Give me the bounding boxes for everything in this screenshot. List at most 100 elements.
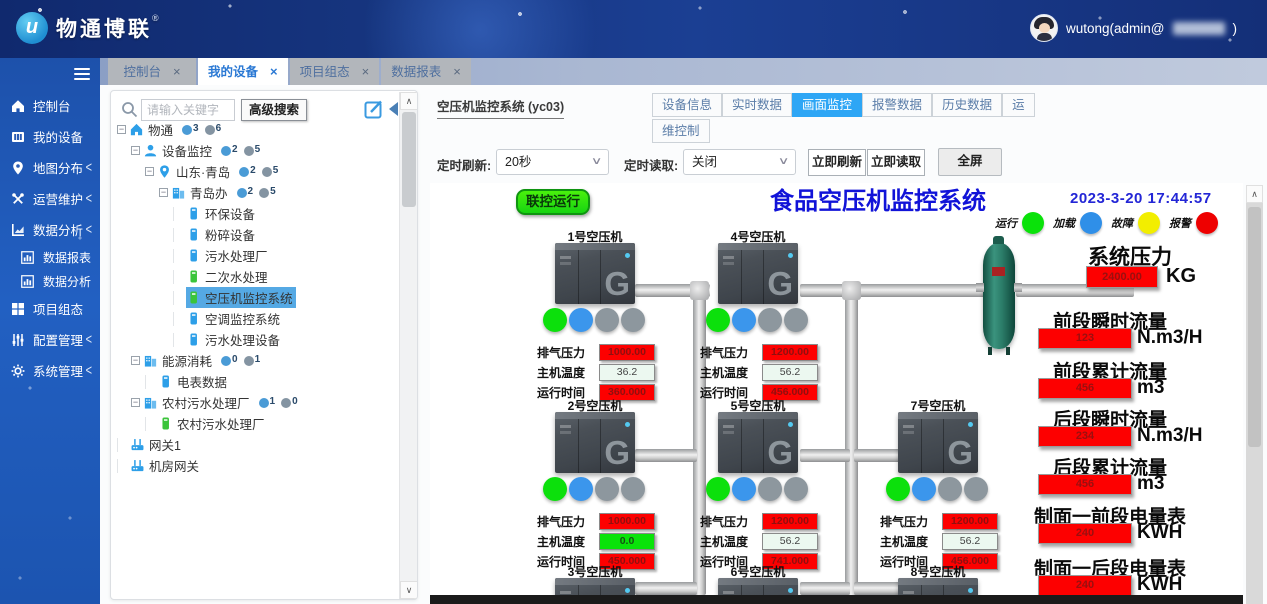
tree-node-设备监控[interactable]: −设备监控25 xyxy=(115,140,395,161)
tree-node-粉碎设备[interactable]: 粉碎设备 xyxy=(115,224,395,245)
expand-toggle-icon[interactable]: − xyxy=(145,167,154,176)
tree-scrollbar[interactable]: ∧ ∨ xyxy=(399,92,418,599)
detail-tab-设备信息[interactable]: 设备信息 xyxy=(652,93,722,117)
param-value: 56.2 xyxy=(762,533,818,550)
tree-node-网关1[interactable]: 网关1 xyxy=(115,434,395,455)
sidebar-item-我的设备[interactable]: 我的设备 xyxy=(0,121,100,152)
sidebar-item-项目组态[interactable]: 项目组态 xyxy=(0,293,100,324)
chevron-icon: < xyxy=(86,191,92,207)
tree-node-污水处理设备[interactable]: 污水处理设备 xyxy=(115,329,395,350)
tree-node-电表数据[interactable]: 电表数据 xyxy=(115,371,395,392)
read-now-button[interactable]: 立即读取 xyxy=(867,149,925,176)
tree-node-能源消耗[interactable]: −能源消耗01 xyxy=(115,350,395,371)
expand-toggle-icon[interactable]: − xyxy=(159,188,168,197)
device-icon xyxy=(187,270,201,283)
sidebar-item-配置管理[interactable]: 配置管理< xyxy=(0,324,100,355)
sidebar-item-数据分析[interactable]: 数据分析 xyxy=(0,269,100,293)
bars-icon xyxy=(21,274,36,289)
linked-run-button[interactable]: 联控运行 xyxy=(516,189,590,215)
metric-value: 240 xyxy=(1038,575,1132,596)
user-name-prefix: wutong(admin@ xyxy=(1066,21,1165,36)
param-value: 1200.00 xyxy=(942,513,998,530)
detail-tab-实时数据[interactable]: 实时数据 xyxy=(722,93,792,117)
close-tab-icon[interactable]: × xyxy=(270,64,278,79)
status-light xyxy=(732,308,756,332)
tree-node-环保设备[interactable]: 环保设备 xyxy=(115,203,395,224)
detail-tab-报警数据[interactable]: 报警数据 xyxy=(862,93,932,117)
tree-node-青岛办[interactable]: −青岛办25 xyxy=(115,182,395,203)
expand-toggle-icon[interactable]: − xyxy=(131,356,140,365)
app-root: u 物通博联® wutong(admin@) 控制台我的设备地图分布<运营维护<… xyxy=(0,0,1267,604)
refresh-interval-select[interactable]: 20秒∨ xyxy=(496,149,609,175)
menu-toggle-icon[interactable] xyxy=(74,65,90,83)
expand-toggle-icon[interactable]: − xyxy=(131,398,140,407)
pipe xyxy=(800,284,988,297)
tree-scrollbar-thumb[interactable] xyxy=(402,112,416,207)
user-icon xyxy=(144,144,158,157)
close-tab-icon[interactable]: × xyxy=(453,64,461,79)
status-lights xyxy=(885,477,995,506)
tree-node-山东·青岛[interactable]: −山东·青岛25 xyxy=(115,161,395,182)
legend-light xyxy=(1138,212,1160,234)
tree-node-农村污水处理厂[interactable]: 农村污水处理厂 xyxy=(115,413,395,434)
tab-我的设备[interactable]: 我的设备× xyxy=(198,58,288,85)
status-light xyxy=(758,477,782,501)
status-light xyxy=(706,308,730,332)
tab-项目组态[interactable]: 项目组态× xyxy=(290,58,380,85)
device-icon xyxy=(187,249,201,262)
brand-logo: u 物通博联® xyxy=(16,12,162,44)
tree-scroll-up-icon[interactable]: ∧ xyxy=(400,92,418,110)
device-icon xyxy=(187,228,201,241)
pipe-joint xyxy=(842,281,861,300)
param-label: 主机温度 xyxy=(700,535,748,549)
sidebar-item-地图分布[interactable]: 地图分布< xyxy=(0,152,100,183)
user-avatar[interactable] xyxy=(1030,14,1058,42)
read-interval-select[interactable]: 关闭∨ xyxy=(683,149,796,175)
user-info[interactable]: wutong(admin@) xyxy=(1030,14,1237,42)
tree-node-机房网关[interactable]: 机房网关 xyxy=(115,455,395,476)
status-light xyxy=(543,477,567,501)
grid-icon xyxy=(11,301,26,316)
tree-node-污水处理厂[interactable]: 污水处理厂 xyxy=(115,245,395,266)
tree-node-二次水处理[interactable]: 二次水处理 xyxy=(115,266,395,287)
search-input[interactable] xyxy=(141,99,235,121)
fullscreen-button[interactable]: 全屏 xyxy=(938,148,1002,176)
sidebar-item-数据报表[interactable]: 数据报表 xyxy=(0,245,100,269)
detail-tab-历史数据[interactable]: 历史数据 xyxy=(932,93,1002,117)
tree-node-空压机监控系统[interactable]: 空压机监控系统 xyxy=(115,287,395,308)
expand-toggle-icon[interactable]: − xyxy=(117,125,126,134)
canvas-bottom-strip xyxy=(430,595,1243,604)
tab-控制台[interactable]: 控制台× xyxy=(108,58,196,85)
main-scrollbar[interactable]: ∧ xyxy=(1246,185,1263,604)
sidebar: 控制台我的设备地图分布<运营维护<数据分析<数据报表数据分析项目组态配置管理<系… xyxy=(0,58,100,604)
status-light xyxy=(706,477,730,501)
sidebar-item-运营维护[interactable]: 运营维护< xyxy=(0,183,100,214)
device-icon xyxy=(187,333,201,346)
device-tree: −物通36−设备监控25−山东·青岛25−青岛办25环保设备粉碎设备污水处理厂二… xyxy=(115,119,395,476)
tree-node-空调监控系统[interactable]: 空调监控系统 xyxy=(115,308,395,329)
search-icon xyxy=(121,101,138,118)
sidebar-item-数据分析[interactable]: 数据分析< xyxy=(0,214,100,245)
air-tank xyxy=(983,243,1015,349)
refresh-now-button[interactable]: 立即刷新 xyxy=(808,149,866,176)
advanced-search-button[interactable]: 高级搜索 xyxy=(241,99,307,121)
main-scroll-up-icon[interactable]: ∧ xyxy=(1246,185,1263,203)
close-tab-icon[interactable]: × xyxy=(173,64,181,79)
node-badges: 36 xyxy=(176,123,221,137)
main-scrollbar-thumb[interactable] xyxy=(1248,207,1261,447)
expand-toggle-icon[interactable]: − xyxy=(131,146,140,155)
tree-node-物通[interactable]: −物通36 xyxy=(115,119,395,140)
tree-scroll-down-icon[interactable]: ∨ xyxy=(400,581,418,599)
tree-node-农村污水处理厂[interactable]: −农村污水处理厂10 xyxy=(115,392,395,413)
sidebar-item-控制台[interactable]: 控制台 xyxy=(0,90,100,121)
status-light xyxy=(784,477,808,501)
read-interval-label: 定时读取: xyxy=(624,155,678,174)
device-title: 空压机监控系统 (yc03) xyxy=(437,96,564,119)
collapse-panel-icon[interactable] xyxy=(389,102,398,116)
close-tab-icon[interactable]: × xyxy=(362,64,370,79)
detail-tab-画面监控[interactable]: 画面监控 xyxy=(792,93,862,117)
tab-数据报表[interactable]: 数据报表× xyxy=(381,58,471,85)
sidebar-item-系统管理[interactable]: 系统管理< xyxy=(0,355,100,386)
status-light xyxy=(758,308,782,332)
edit-icon[interactable] xyxy=(364,99,384,119)
